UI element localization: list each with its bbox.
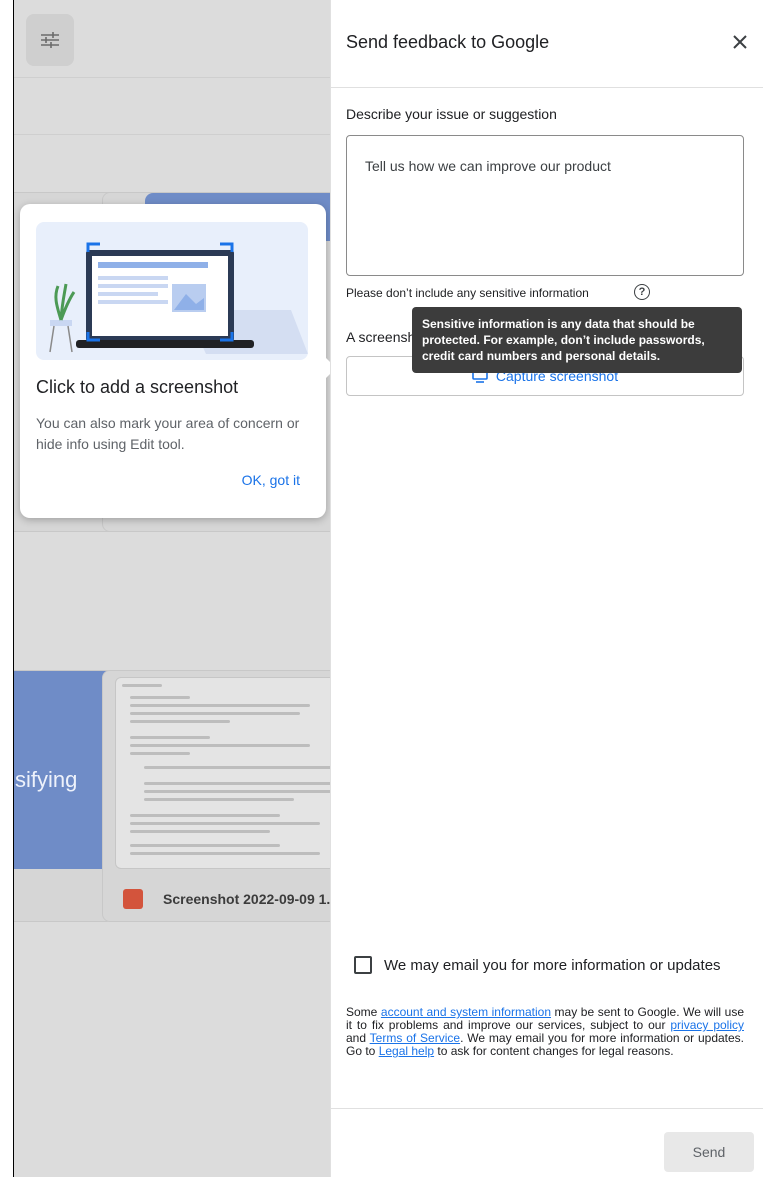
privacy-policy-link[interactable]: privacy policy [670,1018,744,1032]
callout-title: Click to add a screenshot [36,377,239,397]
filter-button[interactable] [26,14,74,66]
feedback-panel: Send feedback to Google Describe your is… [330,0,763,1177]
background-divider [14,134,330,135]
screenshot-thumbnail [115,677,330,869]
card-partial-text: sifying [15,767,78,792]
legal-text-part: to ask for content changes for legal rea… [434,1044,674,1058]
terms-of-service-link[interactable]: Terms of Service [370,1031,460,1045]
background-card[interactable]: Screenshot 2022-09-09 1... [102,670,330,922]
background-page: sifying Screenshot 2022-09-09 1... [14,0,330,1177]
panel-header: Send feedback to Google [331,0,763,88]
legal-text: Some account and system information may … [346,1006,744,1058]
sensitive-info-tooltip: Sensitive information is any data that s… [412,307,742,373]
screenshot-callout: Click to add a screenshot You can also m… [20,204,326,518]
close-button[interactable] [726,28,754,56]
email-consent-checkbox[interactable] [354,956,372,974]
describe-label: Describe your issue or suggestion [346,106,557,122]
close-icon [733,35,747,49]
tune-icon [41,32,59,48]
account-info-link[interactable]: account and system information [381,1005,551,1019]
file-name-label: Screenshot 2022-09-09 1... [163,891,330,907]
laptop-illustration [36,222,308,360]
send-button[interactable]: Send [664,1132,754,1172]
email-consent-row: We may email you for more information or… [354,956,721,974]
sensitive-info-note: Please don’t include any sensitive infor… [346,286,589,300]
background-toolbar [14,0,330,78]
legal-text-part: and [346,1031,370,1045]
panel-title: Send feedback to Google [346,32,550,52]
legal-text-part: Some [346,1005,381,1019]
help-icon[interactable]: ? [634,284,650,300]
feedback-textarea[interactable]: Tell us how we can improve our product [346,135,744,276]
image-file-icon [123,889,143,909]
legal-help-link[interactable]: Legal help [379,1044,434,1058]
email-consent-label: We may email you for more information or… [384,956,721,974]
background-card[interactable]: sifying [14,670,115,922]
footer-divider [331,1108,763,1109]
ok-got-it-button[interactable]: OK, got it [242,472,300,488]
callout-body: You can also mark your area of concern o… [36,415,300,452]
